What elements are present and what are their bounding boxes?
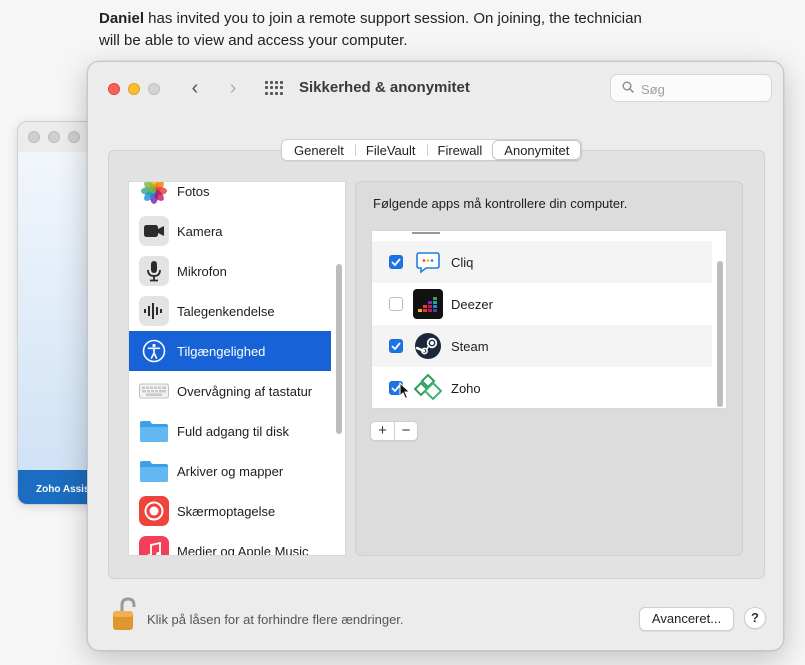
sidebar-item-files-folders[interactable]: Arkiver og mapper xyxy=(129,451,331,491)
sidebar-item-label: Talegenkendelse xyxy=(177,303,275,319)
sidebar-item-label: Fuld adgang til disk xyxy=(177,423,290,439)
add-remove-control: + − xyxy=(370,421,418,441)
sidebar-item-microphone[interactable]: Mikrofon xyxy=(129,251,331,291)
checkmark-icon xyxy=(391,342,401,350)
sidebar-item-media-music[interactable]: Medier og Apple Music xyxy=(129,531,331,556)
zoom-button[interactable] xyxy=(148,83,160,95)
sidebar-item-label: Fotos xyxy=(177,183,210,199)
privacy-category-list[interactable]: Fotos Kamera Mikrofon Talegenkendelse Ti… xyxy=(128,181,346,556)
advanced-button[interactable]: Avanceret... xyxy=(639,607,734,631)
sidebar-item-accessibility[interactable]: Tilgængelighed xyxy=(129,331,331,371)
sidebar-scrollbar[interactable] xyxy=(336,264,342,434)
zoho-icon xyxy=(413,373,443,403)
app-label: Steam xyxy=(451,338,489,354)
sidebar-item-screen-recording[interactable]: Skærmoptagelse xyxy=(129,491,331,531)
sidebar-item-keyboard-monitoring[interactable]: Overvågning af tastatur xyxy=(129,371,331,411)
session-invite-message: Daniel has invited you to join a remote … xyxy=(99,8,699,52)
lock-icon[interactable] xyxy=(110,597,140,631)
app-row-steam[interactable]: Steam xyxy=(372,325,712,367)
window-title: Sikkerhed & anonymitet xyxy=(299,79,470,96)
minimize-button-inactive[interactable] xyxy=(48,131,60,143)
cliq-icon xyxy=(413,247,443,277)
sidebar-item-full-disk-access[interactable]: Fuld adgang til disk xyxy=(129,411,331,451)
sidebar-item-label: Kamera xyxy=(177,223,223,239)
sidebar-item-speech-recognition[interactable]: Talegenkendelse xyxy=(129,291,331,331)
sidebar-item-label: Skærmoptagelse xyxy=(177,503,276,519)
tab-firewall[interactable]: Firewall xyxy=(426,141,494,159)
sidebar-item-label: Arkiver og mapper xyxy=(177,463,284,479)
camera-icon xyxy=(139,216,169,246)
lock-description: Klik på låsen for at forhindre flere ænd… xyxy=(147,612,404,627)
photos-icon xyxy=(139,182,169,206)
steam-checkbox[interactable] xyxy=(389,339,403,353)
microphone-icon xyxy=(139,256,169,286)
accessibility-icon xyxy=(139,336,169,366)
forward-button[interactable]: › xyxy=(223,78,243,98)
app-label: Cliq xyxy=(451,254,474,270)
add-app-button[interactable]: + xyxy=(371,422,394,440)
invite-text-line1: has invited you to join a remote support… xyxy=(144,10,642,27)
folder-icon xyxy=(139,416,169,446)
sidebar-item-label: Mikrofon xyxy=(177,263,227,279)
app-label: Zoho xyxy=(451,380,481,396)
tab-filevault[interactable]: FileVault xyxy=(354,141,427,159)
keyboard-icon xyxy=(139,376,169,406)
sidebar-item-label: Overvågning af tastatur xyxy=(177,383,313,399)
cliq-checkbox[interactable] xyxy=(389,255,403,269)
app-row-deezer[interactable]: Deezer xyxy=(372,283,712,325)
app-list-scrollbar[interactable] xyxy=(717,261,723,407)
search-input[interactable] xyxy=(641,79,761,99)
permissions-description: Følgende apps må kontrollere din compute… xyxy=(373,196,628,211)
deezer-icon xyxy=(413,289,443,319)
zoom-button-inactive[interactable] xyxy=(68,131,80,143)
tab-privacy[interactable]: Anonymitet xyxy=(493,141,581,159)
app-list[interactable]: Cliq Deezer Steam Zoho xyxy=(371,230,727,409)
invite-text-line2: will be able to view and access your com… xyxy=(99,32,408,49)
remove-app-button[interactable]: − xyxy=(393,422,417,440)
partial-app-icon xyxy=(412,231,440,234)
app-row-zoho[interactable]: Zoho xyxy=(372,367,712,408)
mouse-cursor-icon xyxy=(399,382,411,400)
sidebar-item-camera[interactable]: Kamera xyxy=(129,211,331,251)
technician-name: Daniel xyxy=(99,10,145,27)
deezer-checkbox[interactable] xyxy=(389,297,403,311)
security-privacy-window: ‹ › Sikkerhed & anonymitet Generelt File… xyxy=(87,61,784,651)
back-button[interactable]: ‹ xyxy=(185,78,205,98)
sidebar-item-photos[interactable]: Fotos xyxy=(129,182,331,211)
show-all-grid-icon[interactable] xyxy=(265,81,283,95)
music-icon xyxy=(139,536,169,555)
close-button[interactable] xyxy=(108,83,120,95)
screen-recording-icon xyxy=(139,496,169,526)
close-button-inactive[interactable] xyxy=(28,131,40,143)
steam-icon xyxy=(413,331,443,361)
minimize-button[interactable] xyxy=(128,83,140,95)
folder-icon xyxy=(139,456,169,486)
sidebar-item-label: Medier og Apple Music xyxy=(177,543,309,556)
tab-general[interactable]: Generelt xyxy=(283,141,355,159)
help-button[interactable]: ? xyxy=(744,607,766,629)
checkmark-icon xyxy=(391,258,401,266)
window-controls xyxy=(108,83,160,95)
speech-recognition-icon xyxy=(139,296,169,326)
app-label: Deezer xyxy=(451,296,493,312)
app-permissions-panel: Følgende apps må kontrollere din compute… xyxy=(355,181,743,556)
app-row-cliq[interactable]: Cliq xyxy=(372,241,712,283)
tab-bar: Generelt FileVault Firewall Anonymitet xyxy=(281,139,583,161)
search-icon xyxy=(622,81,634,93)
background-window-controls xyxy=(28,131,80,143)
sidebar-item-label: Tilgængelighed xyxy=(177,343,266,359)
title-bar: ‹ › Sikkerhed & anonymitet xyxy=(88,62,783,116)
search-field[interactable] xyxy=(610,74,772,102)
